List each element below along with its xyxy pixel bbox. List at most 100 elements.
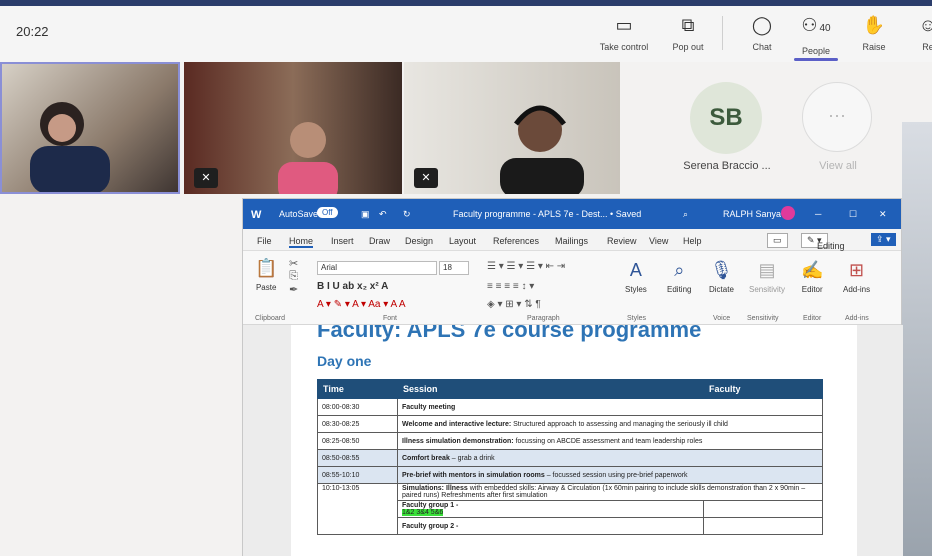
undo-icon[interactable]: ↶	[379, 209, 387, 220]
tab-layout[interactable]: Layout	[449, 236, 476, 246]
pop-out-label: Pop out	[672, 42, 704, 52]
tab-review[interactable]: Review	[607, 236, 637, 246]
tab-draw[interactable]: Draw	[369, 236, 390, 246]
meeting-toolbar: 20:22 ▭ Take control ⧉ Pop out ◯ Chat ⚇ 4…	[0, 0, 932, 62]
font-name-select[interactable]: Arial	[317, 261, 437, 275]
tab-mailings[interactable]: Mailings	[555, 236, 588, 246]
chat-icon: ◯	[751, 15, 773, 35]
row-session: Illness simulation demonstration: focuss…	[397, 432, 823, 450]
list-icons[interactable]: ☰ ▾ ☰ ▾ ☰ ▾ ⇤ ⇥	[487, 261, 565, 272]
view-all-label: View all	[819, 160, 857, 172]
minimize-icon[interactable]: ─	[815, 209, 821, 219]
row-time: 08:25-08:50	[317, 432, 398, 450]
styles-button[interactable]: A Styles	[625, 259, 647, 294]
row-session: Comfort break – grab a drink	[397, 449, 823, 467]
sensitivity-button[interactable]: ▤ Sensitivity	[749, 259, 785, 294]
editing-button[interactable]: ⌕ Editing	[667, 259, 691, 294]
document-heading: Faculty: APLS 7e course programme	[317, 325, 702, 342]
table-row[interactable]: 08:50-08:55 Comfort break – grab a drink	[317, 449, 823, 467]
tab-references[interactable]: References	[493, 236, 539, 246]
row-time: 10:10-13:05	[317, 483, 398, 535]
col-session: Session	[397, 379, 704, 399]
row-session-bold: Simulations: Illness	[402, 485, 468, 492]
chat-button[interactable]: ◯ Chat	[734, 8, 790, 62]
alignment-icons[interactable]: ≡ ≡ ≡ ≡ ↕ ▾	[487, 281, 534, 292]
empty-cell	[703, 500, 823, 518]
user-name[interactable]: RALPH Sanya	[723, 209, 781, 219]
document-title[interactable]: Faculty programme - APLS 7e - Dest... • …	[453, 209, 641, 219]
take-control-label: Take control	[599, 42, 649, 52]
group-clipboard: Clipboard	[255, 315, 285, 322]
editor-label: Editor	[801, 285, 823, 294]
group-styles: Styles	[627, 315, 647, 322]
video-tile-1[interactable]	[0, 62, 180, 194]
shading-icons[interactable]: ◈ ▾ ⊞ ▾ ⇅ ¶	[487, 299, 541, 310]
font-color-icons[interactable]: A ▾ ✎ ▾ A ▾ Aa ▾ A A	[317, 299, 406, 310]
tab-file[interactable]: File	[257, 236, 272, 246]
row-session-text: – grab a drink	[451, 454, 495, 462]
row-session: Faculty meeting	[397, 398, 823, 416]
col-time: Time	[317, 379, 398, 399]
row-time: 08:00-08:30	[317, 398, 398, 416]
table-row[interactable]: 08:25-08:50 Illness simulation demonstra…	[317, 432, 823, 450]
document-page[interactable]: Faculty: APLS 7e course programme Day on…	[291, 325, 857, 556]
table-header-row: Time Session Faculty	[317, 379, 823, 399]
dictate-button[interactable]: 🎙 Dictate	[709, 259, 734, 294]
row-session-text: focussing on ABCDE assessment and team l…	[515, 437, 703, 445]
add-ins-button[interactable]: ⊞ Add-ins	[843, 259, 870, 294]
video-tile-2[interactable]: ✕	[184, 62, 402, 194]
comments-icon[interactable]: ▭	[767, 233, 788, 248]
table-row[interactable]: 08:55-10:10 Pre-brief with mentors in si…	[317, 466, 823, 484]
table-row[interactable]: 10:10-13:05 Simulations: Illness with em…	[317, 483, 823, 535]
tab-home[interactable]: Home	[289, 236, 314, 248]
font-size-select[interactable]: 18	[439, 261, 469, 275]
microphone-icon: 🎙	[710, 260, 733, 280]
row-session-text: Structured approach to assessing and man…	[513, 420, 728, 428]
editing-mode-button[interactable]: ✎ Editing ▾	[801, 233, 845, 251]
tab-help[interactable]: Help	[683, 236, 702, 246]
redo-icon[interactable]: ↻	[403, 209, 411, 220]
table-row[interactable]: 08:00-08:30 Faculty meeting	[317, 398, 823, 416]
video-tile-3[interactable]: ✕	[404, 62, 620, 194]
day-heading: Day one	[317, 353, 372, 369]
tab-insert[interactable]: Insert	[331, 236, 354, 246]
word-title-bar: W AutoSave Off ▣ ↶ ↻ Faculty programme -…	[243, 199, 901, 229]
share-button[interactable]: ⇪ ▾	[871, 233, 896, 246]
find-icon: ⌕	[674, 260, 685, 280]
participant-avatar[interactable]: SB	[690, 82, 762, 154]
row-session: Pre-brief with mentors in simulation roo…	[397, 466, 823, 484]
font-format-icons[interactable]: B I U ab x₂ x² A	[317, 281, 388, 292]
maximize-icon[interactable]: ☐	[849, 209, 857, 220]
table-row[interactable]: 08:30-08:25 Welcome and interactive lect…	[317, 415, 823, 433]
view-all-button[interactable]: ···	[802, 82, 872, 152]
react-icon: ☺	[918, 15, 932, 35]
close-icon[interactable]: ✕	[879, 209, 887, 220]
user-avatar[interactable]	[781, 206, 795, 220]
raise-hand-button[interactable]: ✋ Raise	[846, 8, 902, 62]
document-canvas[interactable]: Faculty: APLS 7e course programme Day on…	[243, 325, 903, 556]
autosave-toggle[interactable]: Off	[317, 207, 338, 218]
participant-name: Serena Braccio ...	[683, 160, 771, 172]
tab-view[interactable]: View	[649, 236, 668, 246]
group-paragraph: Paragraph	[527, 315, 560, 322]
empty-cell	[703, 517, 823, 535]
take-control-button[interactable]: ▭ Take control	[596, 8, 652, 62]
react-button[interactable]: ☺ Re	[900, 8, 932, 62]
people-button[interactable]: ⚇ 40 People	[788, 8, 844, 62]
editor-button[interactable]: ✍ Editor	[801, 259, 823, 294]
search-icon[interactable]: ⌕	[683, 209, 688, 220]
paste-button[interactable]: 📋 Paste	[255, 257, 277, 292]
row-session-text: – focussed session using pre-brief paper…	[546, 471, 688, 479]
row-session-bold: Faculty meeting	[402, 403, 456, 411]
row-session-bold: Comfort break	[402, 454, 450, 462]
cut-copy-format-icons[interactable]: ✂ ⎘ ✒	[289, 257, 298, 296]
tab-design[interactable]: Design	[405, 236, 433, 246]
pop-out-button[interactable]: ⧉ Pop out	[660, 8, 716, 62]
people-active-indicator	[794, 58, 838, 61]
toolbar-divider	[722, 16, 723, 50]
editing-mode-label: Editing	[817, 241, 845, 251]
schedule-table[interactable]: Time Session Faculty 08:00-08:30 Faculty…	[317, 379, 823, 535]
row-time: 08:55-10:10	[317, 466, 398, 484]
styles-label: Styles	[625, 285, 647, 294]
save-icon[interactable]: ▣	[361, 209, 370, 220]
